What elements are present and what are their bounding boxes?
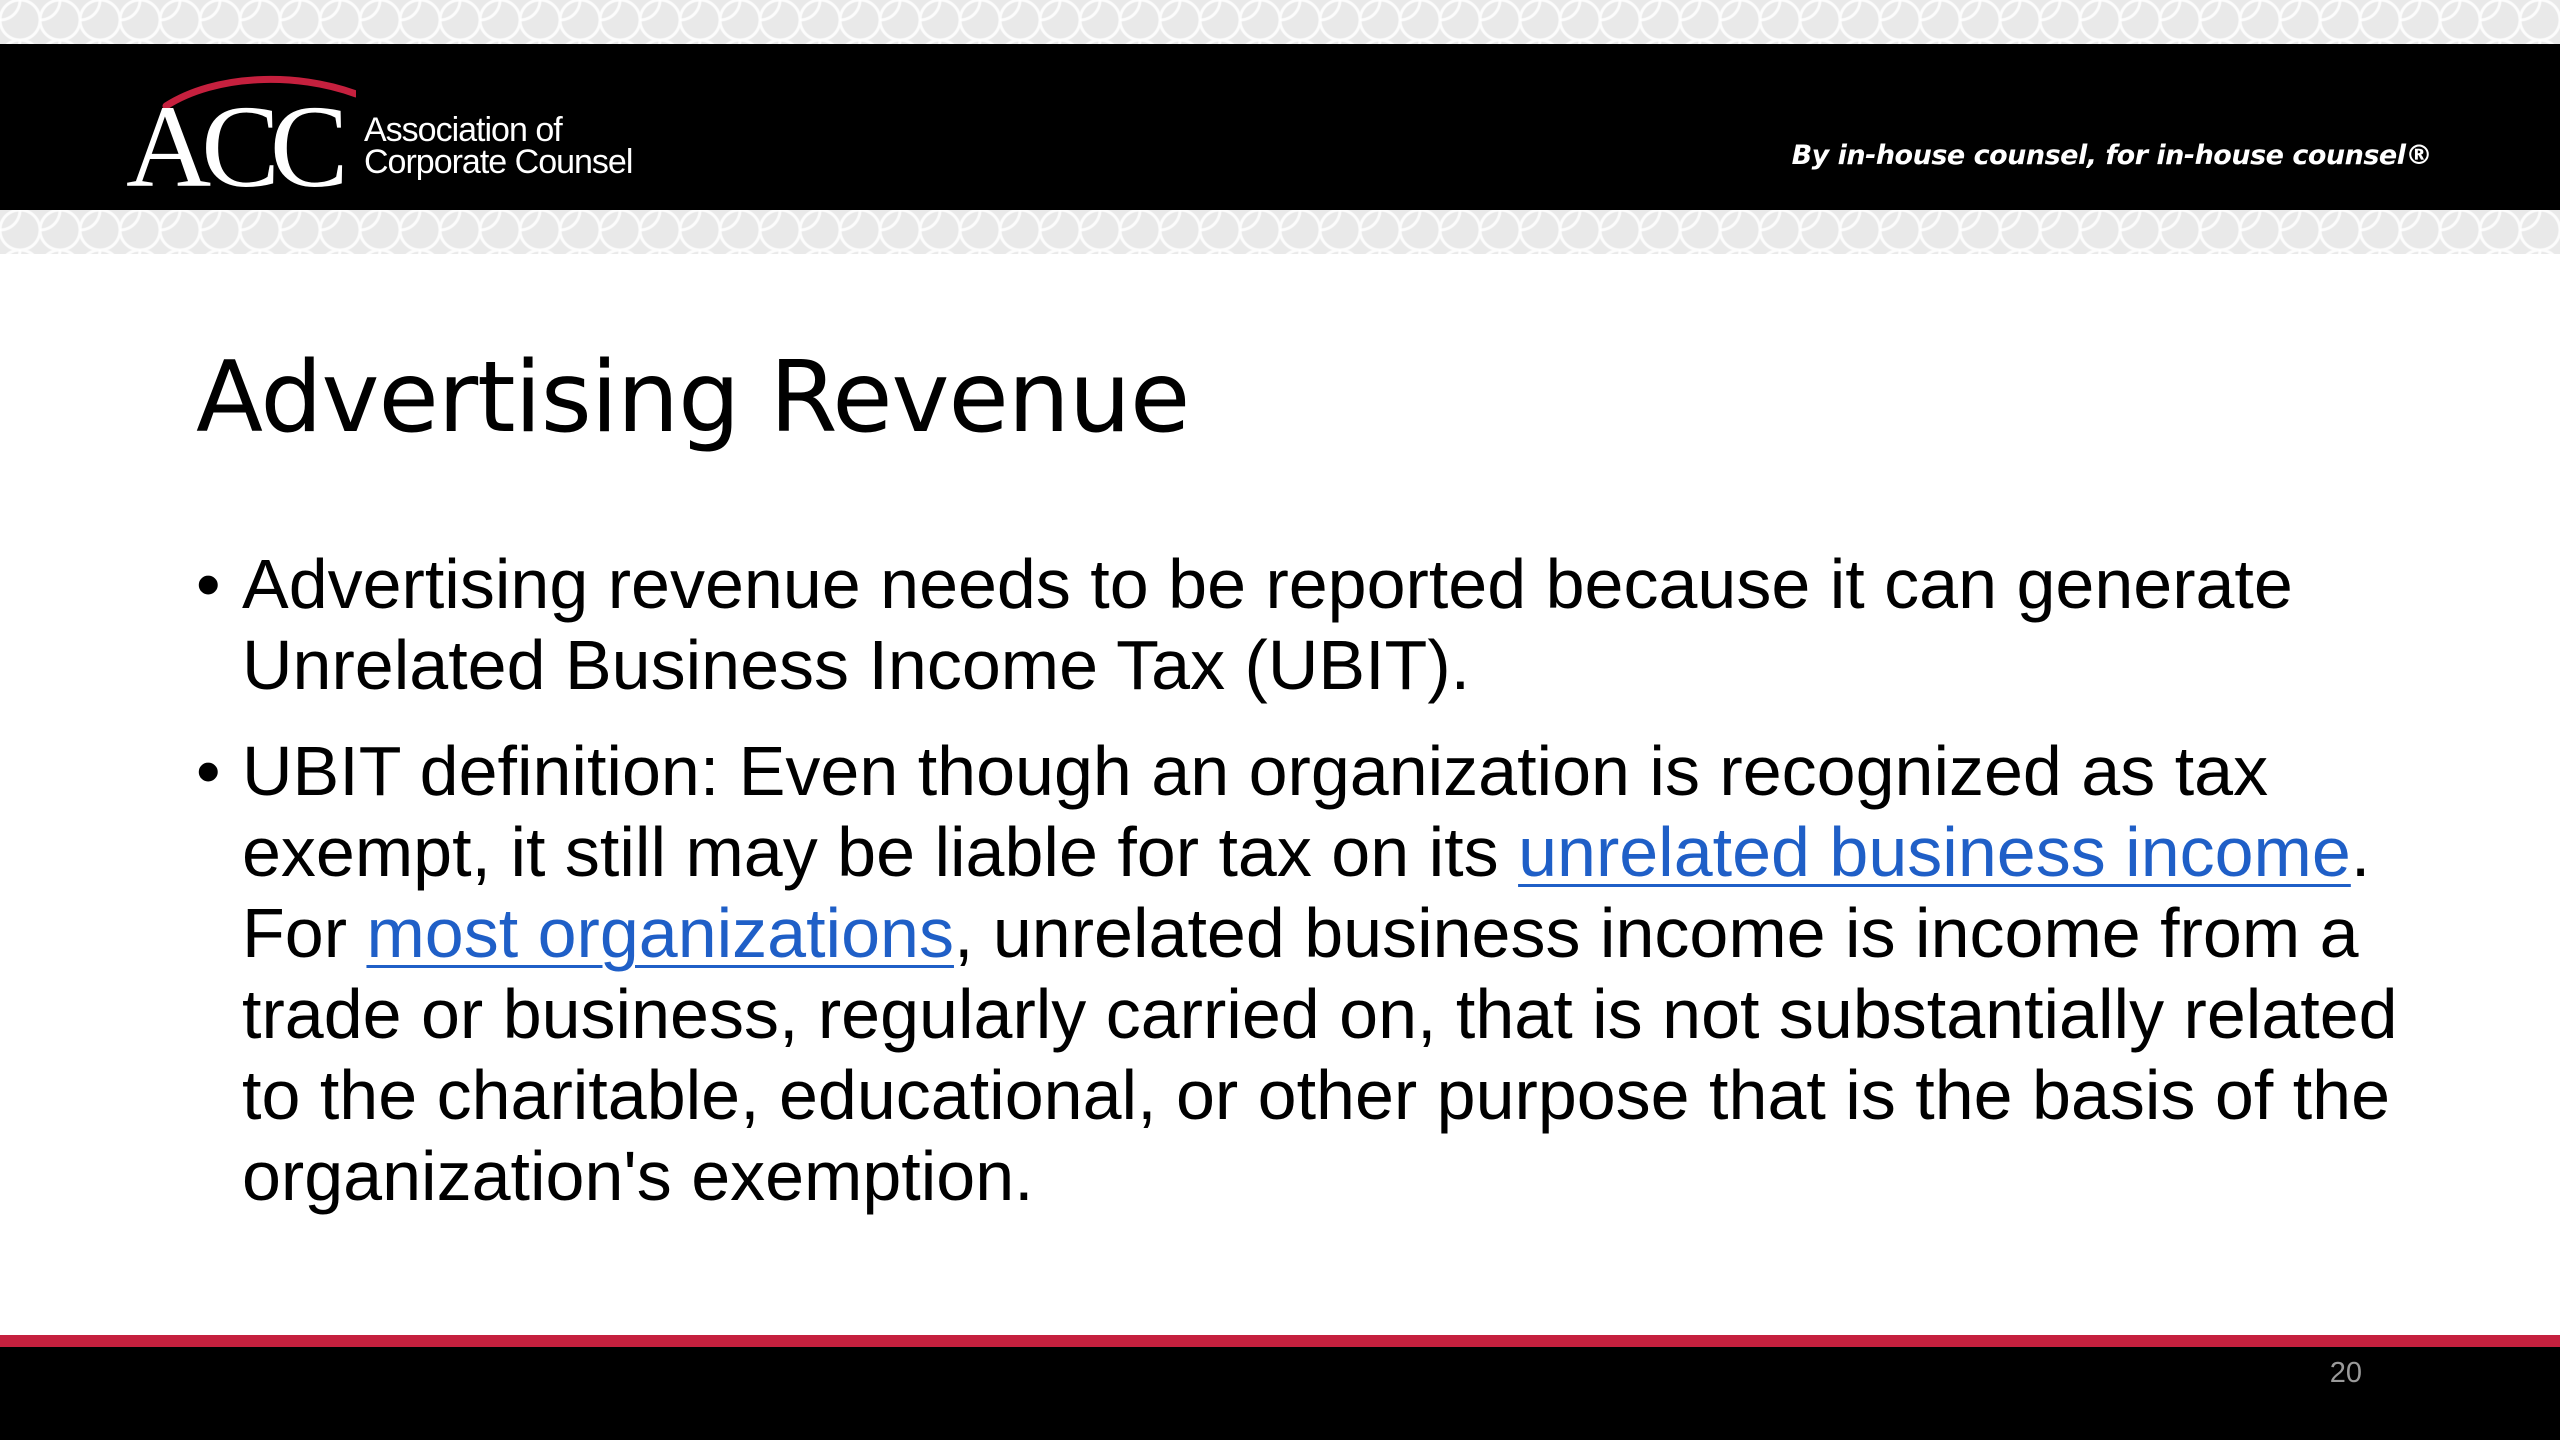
logo-line-2: Corporate Counsel — [364, 143, 633, 181]
bullet-1-text: Advertising revenue needs to be reported… — [242, 545, 2293, 704]
logo-wordmark: Association of Corporate Counsel — [364, 111, 633, 181]
slide: ACC Association of Corporate Counsel By … — [0, 0, 2560, 1440]
slide-title: Advertising Revenue — [196, 341, 1190, 455]
bullet-item-2: • UBIT definition: Even though an organiz… — [196, 731, 2416, 1217]
acc-logo: ACC Association of Corporate Counsel — [126, 66, 646, 196]
bullet-item-1: • Advertising revenue needs to be reporte… — [196, 544, 2416, 706]
bullet-dot: • — [196, 545, 221, 623]
header-pattern-top — [0, 0, 2560, 44]
header-pattern-bottom — [0, 210, 2560, 254]
footer-bar — [0, 1347, 2560, 1440]
page-number: 20 — [2329, 1357, 2362, 1389]
header-bar: ACC Association of Corporate Counsel By … — [0, 44, 2560, 210]
link-most-organizations[interactable]: most organizations — [366, 894, 954, 972]
link-unrelated-business-income[interactable]: unrelated business income — [1518, 813, 2351, 891]
bullet-list: • Advertising revenue needs to be reporte… — [196, 544, 2416, 1242]
acc-logo-letters: ACC — [126, 81, 343, 196]
acc-logo-mark: ACC — [126, 75, 356, 196]
logo-line-1: Association of — [364, 111, 563, 149]
bullet-dot: • — [196, 732, 221, 810]
footer-accent-line — [0, 1335, 2560, 1347]
header-tagline: By in-house counsel, for in-house counse… — [1791, 140, 2433, 171]
